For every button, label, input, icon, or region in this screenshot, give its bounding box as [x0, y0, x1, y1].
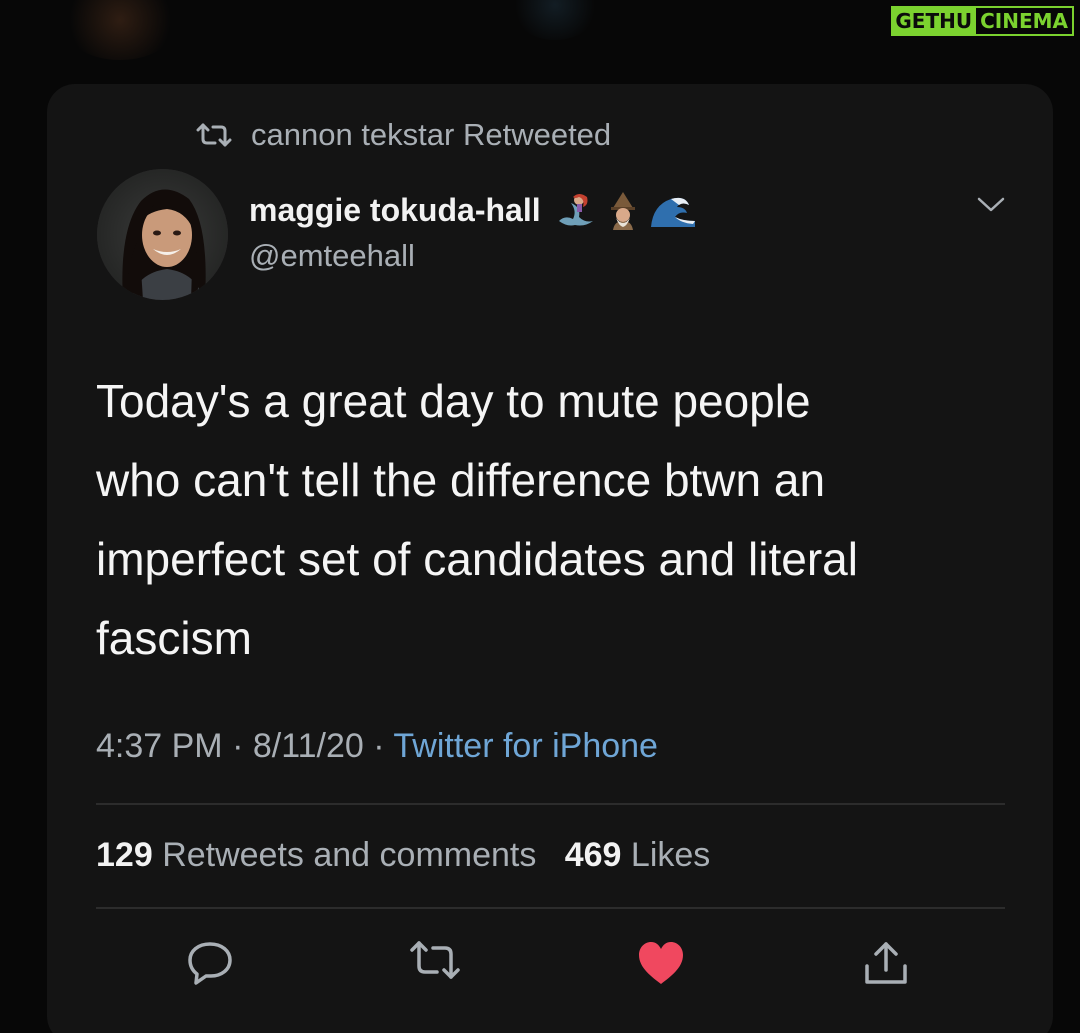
author-handle[interactable]: @emteehall	[249, 238, 415, 274]
chevron-down-icon	[977, 197, 1005, 212]
likes-count: 469	[564, 836, 622, 874]
retweets-label: Retweets and comments	[162, 836, 537, 874]
mage-emoji-icon	[610, 192, 635, 230]
tweet-line: who can't tell the difference btwn an	[96, 454, 826, 506]
likes-label: Likes	[630, 836, 711, 874]
tweet-stats: 129 Retweets and comments 469 Likes	[96, 836, 710, 875]
meta-separator: ·	[373, 727, 385, 765]
tweet-metadata: 4:37 PM · 8/11/20 · Twitter for iPhone	[96, 727, 658, 766]
watermark-logo: GETHU CINEMA	[891, 6, 1074, 36]
meta-separator: ·	[232, 727, 244, 765]
background-blur	[510, 0, 600, 40]
retweet-icon	[196, 123, 232, 147]
like-button[interactable]	[636, 940, 686, 991]
retweet-icon	[410, 941, 460, 979]
mermaid-emoji-icon	[558, 194, 593, 226]
author-name-row[interactable]: maggie tokuda-hall	[249, 190, 697, 230]
background-blur	[60, 0, 180, 60]
divider	[96, 907, 1005, 909]
tweet-time: 4:37 PM	[96, 727, 223, 765]
tweet-date: 8/11/20	[252, 727, 364, 765]
avatar-photo	[97, 169, 228, 300]
watermark-part-a: GETHU	[891, 6, 977, 36]
tweet-line: Today's a great day to mute people	[96, 375, 811, 427]
share-icon	[865, 942, 907, 984]
tweet-line: imperfect set of candidates and literal	[96, 533, 858, 585]
retweets-stat[interactable]: 129 Retweets and comments	[96, 836, 546, 874]
like-icon	[639, 942, 683, 984]
tweet-source-link[interactable]: Twitter for iPhone	[393, 727, 658, 765]
reply-icon	[188, 942, 232, 985]
reply-button[interactable]	[186, 940, 234, 991]
retweet-button[interactable]	[409, 940, 461, 985]
share-button[interactable]	[862, 940, 910, 993]
wave-emoji-icon	[650, 197, 695, 227]
avatar[interactable]	[97, 169, 228, 300]
divider	[96, 803, 1005, 805]
watermark-part-b: CINEMA	[976, 6, 1074, 36]
author-name: maggie tokuda-hall	[249, 191, 541, 228]
tweet-options-button[interactable]	[976, 196, 1006, 219]
retweets-count: 129	[96, 836, 153, 874]
action-bar	[0, 940, 1080, 990]
name-emojis	[555, 190, 697, 230]
tweet-text: Today's a great day to mute people who c…	[96, 362, 1016, 678]
screenshot-stage: GETHU CINEMA cannon tekstar Retweeted ma…	[0, 0, 1080, 1033]
likes-stat[interactable]: 469 Likes	[565, 836, 711, 874]
tweet-line: fascism	[96, 612, 252, 664]
retweet-context[interactable]: cannon tekstar Retweeted	[195, 117, 611, 153]
retweet-context-label: cannon tekstar Retweeted	[251, 117, 612, 152]
